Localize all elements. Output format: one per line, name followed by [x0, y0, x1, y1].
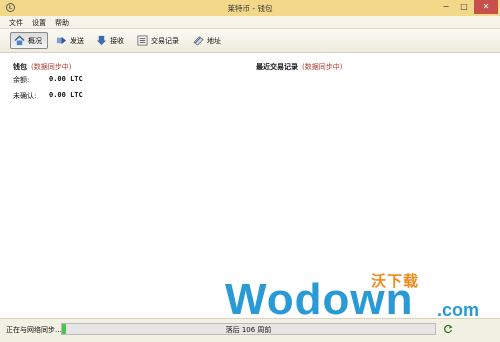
unconfirmed-value: 0.00 LTC [49, 91, 83, 99]
recent-sync-note: (数据同步中) [302, 63, 343, 71]
tab-overview-label: 概况 [28, 36, 42, 45]
tab-receive[interactable]: 接收 [93, 32, 129, 49]
minimize-button[interactable]: − [437, 0, 455, 14]
home-icon [14, 35, 25, 46]
menu-help[interactable]: 帮助 [55, 18, 69, 28]
tab-send[interactable]: 发送 [53, 32, 89, 49]
tab-overview[interactable]: 概况 [10, 32, 48, 49]
wallet-window: Ł 莱特币 - 钱包 − □ ✕ 文件 设置 帮助 概况 发送 接收 交易记录 … [0, 0, 500, 342]
unconfirmed-label: 未确认: [13, 92, 37, 100]
window-title: 莱特币 - 钱包 [227, 4, 273, 13]
balance-value: 0.00 LTC [49, 75, 83, 83]
send-icon [56, 35, 67, 46]
menu-file[interactable]: 文件 [9, 18, 23, 28]
tab-addresses[interactable]: 地址 [190, 32, 226, 49]
tab-transactions-label: 交易记录 [151, 36, 179, 45]
wallet-section-title: 钱包 (数据同步中) [13, 62, 71, 72]
wallet-title: 钱包 [13, 63, 27, 71]
status-bar: 正在与网络同步... 落后 106 周前 [0, 318, 500, 342]
close-button[interactable]: ✕ [474, 0, 498, 14]
menu-bar: 文件 设置 帮助 [0, 16, 500, 29]
toolbar: 概况 发送 接收 交易记录 地址 [0, 29, 500, 53]
address-book-icon [193, 35, 204, 46]
title-bar: Ł 莱特币 - 钱包 − □ ✕ [0, 0, 500, 16]
sync-status-text: 正在与网络同步... [6, 326, 62, 334]
tab-transactions[interactable]: 交易记录 [134, 32, 184, 49]
receive-icon [96, 35, 107, 46]
menu-settings[interactable]: 设置 [32, 18, 46, 28]
sync-icon [443, 324, 453, 334]
maximize-button[interactable]: □ [455, 0, 473, 14]
recent-section-title: 最近交易记录 (数据同步中) [256, 62, 342, 72]
tab-addresses-label: 地址 [207, 36, 221, 45]
history-icon [137, 35, 148, 46]
tab-send-label: 发送 [70, 36, 84, 45]
balance-label: 余额: [13, 76, 30, 84]
wallet-sync-note: (数据同步中) [31, 63, 72, 71]
tab-receive-label: 接收 [110, 36, 124, 45]
watermark-chinese: 沃下载 [371, 272, 420, 290]
recent-title: 最近交易记录 [256, 63, 298, 71]
sync-progress-bar: 落后 106 周前 [61, 323, 436, 335]
sync-progress-text: 落后 106 周前 [225, 326, 272, 334]
